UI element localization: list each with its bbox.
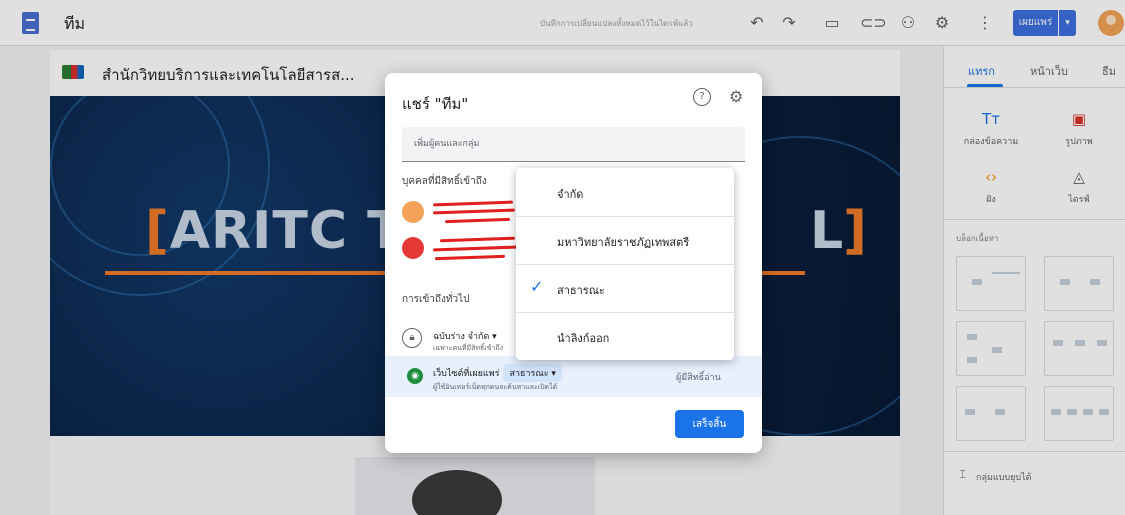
help-icon[interactable]: ?: [693, 88, 711, 106]
done-button[interactable]: เสร็จสิ้น: [675, 410, 744, 438]
published-access-description: ผู้ใช้อินเทอร์เน็ตทุกคนจะค้นหาและเปิดได้: [433, 383, 558, 391]
people-with-access-label: บุคคลที่มีสิทธิ์เข้าถึง: [402, 176, 487, 187]
menu-item-restricted[interactable]: จำกัด: [516, 168, 734, 216]
access-level-menu: จำกัด มหาวิทยาลัยราชภัฏเทพสตรี ✓ สาธารณะ…: [516, 168, 734, 360]
general-access-label: การเข้าถึงทั่วไป: [402, 294, 470, 305]
redacted-name: [439, 236, 516, 243]
menu-item-remove-link[interactable]: นำลิงก์ออก: [516, 312, 734, 360]
menu-item-organization[interactable]: มหาวิทยาลัยราชภัฏเทพสตรี: [516, 216, 734, 264]
gear-icon[interactable]: ⚙: [729, 87, 743, 106]
published-site-label: เว็บไซต์ที่เผยแพร่ สาธารณะ ▾: [433, 364, 562, 382]
menu-item-public[interactable]: ✓ สาธารณะ: [516, 264, 734, 312]
add-people-input[interactable]: [402, 127, 745, 162]
checkmark-icon: ✓: [530, 277, 544, 296]
avatar: [402, 237, 424, 259]
lock-icon: 🔒︎: [402, 328, 422, 348]
draft-access-description: เฉพาะคนที่มีสิทธิ์เข้าถึง: [433, 344, 504, 352]
redacted-email: [434, 254, 506, 261]
avatar: [402, 201, 424, 223]
draft-access-select[interactable]: ฉบับร่าง จำกัด ▾: [433, 329, 497, 343]
redacted-name: [432, 200, 514, 207]
globe-icon: ◉: [407, 368, 423, 384]
dialog-title: แชร์ "ทีม": [402, 95, 469, 113]
published-site-access-row: ◉ เว็บไซต์ที่เผยแพร่ สาธารณะ ▾ ผู้ใช้อินเ…: [385, 356, 762, 397]
published-role: ผู้มีสิทธิ์อ่าน: [676, 373, 721, 383]
redacted-email: [432, 245, 518, 252]
redacted-email: [432, 208, 516, 215]
redacted-email: [444, 217, 511, 224]
published-access-select[interactable]: สาธารณะ ▾: [503, 364, 562, 382]
